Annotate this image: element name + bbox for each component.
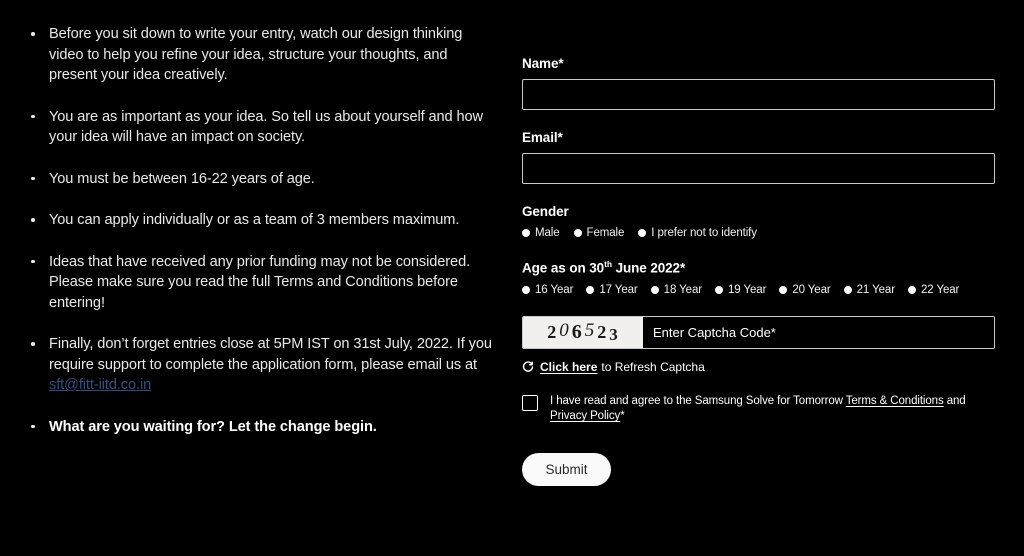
age-option-20[interactable]: 20 Year <box>779 283 831 296</box>
guidelines-panel: Before you sit down to write your entry,… <box>0 0 512 556</box>
name-field-group: Name* <box>522 56 1012 110</box>
gender-label: Gender <box>522 204 569 219</box>
name-label: Name* <box>522 56 564 71</box>
age-option-label: 21 Year <box>856 283 895 296</box>
refresh-icon <box>522 360 534 373</box>
age-option-label: 17 Year <box>599 283 638 296</box>
captcha-digit: 6 <box>571 320 583 343</box>
list-item: Ideas that have received any prior fundi… <box>30 252 492 314</box>
gender-field-group: Gender Male Female I prefer not to ident… <box>522 204 1012 239</box>
privacy-policy-link[interactable]: Privacy Policy <box>550 410 620 422</box>
radio-icon <box>638 229 647 237</box>
gender-option-label: Female <box>586 227 625 239</box>
refresh-captcha-text: to Refresh Captcha <box>601 359 705 374</box>
refresh-captcha-link[interactable]: Click here <box>540 360 597 374</box>
age-radio-group: 16 Year 17 Year 18 Year 19 Year 20 Year <box>522 284 1012 296</box>
guidelines-list: Before you sit down to write your entry,… <box>30 24 492 437</box>
age-option-17[interactable]: 17 Year <box>586 283 638 296</box>
age-option-19[interactable]: 19 Year <box>714 283 767 296</box>
terms-conjunction: and <box>943 394 966 407</box>
captcha-row: 206523 <box>522 315 995 349</box>
captcha-image: 206523 <box>523 316 643 348</box>
gender-option-prefer-not-to-identify[interactable]: I prefer not to identify <box>638 227 757 239</box>
age-option-22[interactable]: 22 Year <box>907 283 960 296</box>
radio-icon <box>522 285 530 294</box>
application-form-page: Before you sit down to write your entry,… <box>0 0 1024 556</box>
submit-button[interactable]: Submit <box>522 452 611 486</box>
terms-intro: I have read and agree to the Samsung Sol… <box>550 394 846 407</box>
gender-radio-group: Male Female I prefer not to identify <box>522 227 1012 239</box>
registration-form: Name* Email* Gender Male Female I prefer… <box>512 0 1024 556</box>
gender-option-label: Male <box>535 227 560 239</box>
age-label-suffix: June 2022* <box>611 260 686 276</box>
email-field-group: Email* <box>522 130 1012 184</box>
list-item: You must be between 16-22 years of age. <box>30 169 492 190</box>
captcha-digit: 2 <box>547 321 558 342</box>
age-option-label: 22 Year <box>920 283 960 296</box>
age-label-prefix: Age as on 30 <box>522 260 605 276</box>
captcha-digit: 2 <box>597 321 608 342</box>
radio-icon <box>714 285 723 294</box>
captcha-digit: 0 <box>559 320 570 341</box>
radio-icon <box>586 285 595 294</box>
email-label: Email* <box>522 130 563 145</box>
age-field-group: Age as on 30th June 2022* 16 Year 17 Yea… <box>522 259 1012 296</box>
terms-row: I have read and agree to the Samsung Sol… <box>522 394 1012 425</box>
radio-icon <box>779 285 788 294</box>
age-option-label: 20 Year <box>792 283 831 296</box>
email-input[interactable] <box>522 153 995 184</box>
captcha-input[interactable] <box>643 316 994 348</box>
gender-option-label: I prefer not to identify <box>651 227 757 239</box>
name-input[interactable] <box>522 79 995 110</box>
terms-and-conditions-link[interactable]: Terms & Conditions <box>846 395 944 407</box>
age-option-label: 19 Year <box>727 283 767 296</box>
age-option-16[interactable]: 16 Year <box>522 284 573 296</box>
age-option-18[interactable]: 18 Year <box>650 283 702 296</box>
gender-option-male[interactable]: Male <box>522 227 560 239</box>
radio-icon <box>907 285 916 294</box>
terms-checkbox[interactable] <box>522 394 538 411</box>
radio-icon <box>573 229 582 237</box>
age-option-label: 18 Year <box>663 283 702 296</box>
list-item: You are as important as your idea. So te… <box>30 107 492 148</box>
radio-icon <box>650 285 659 294</box>
support-email-link[interactable]: sft@fitt-iitd.co.in <box>49 377 151 393</box>
list-item: You can apply individually or as a team … <box>30 210 492 231</box>
terms-required-asterisk: * <box>620 410 625 422</box>
list-item: Before you sit down to write your entry,… <box>30 24 492 86</box>
radio-icon <box>843 285 852 294</box>
list-item-deadline: Finally, don’t forget entries close at 5… <box>30 334 492 396</box>
captcha-digit: 3 <box>609 325 619 344</box>
radio-icon <box>522 229 530 237</box>
deadline-text: Finally, don’t forget entries close at 5… <box>49 336 492 373</box>
age-option-21[interactable]: 21 Year <box>843 283 895 296</box>
gender-option-female[interactable]: Female <box>573 227 625 239</box>
age-label-ordinal: th <box>604 259 612 269</box>
age-label: Age as on 30th June 2022* <box>522 259 1012 276</box>
age-option-label: 16 Year <box>535 283 574 296</box>
terms-text: I have read and agree to the Samsung Sol… <box>550 394 1000 425</box>
refresh-captcha-row: Click here to Refresh Captcha <box>522 360 1012 374</box>
captcha-digit: 5 <box>584 320 596 341</box>
list-item-closing: What are you waiting for? Let the change… <box>30 417 492 438</box>
